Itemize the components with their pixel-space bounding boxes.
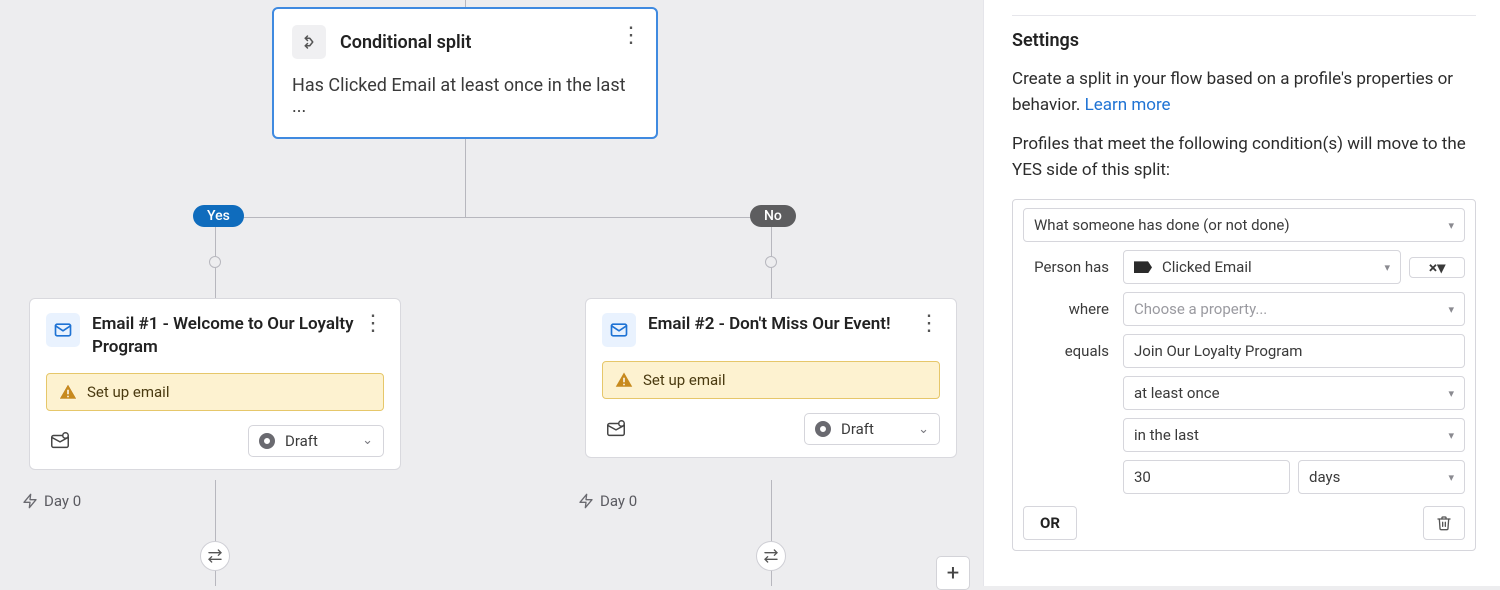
timeframe-mode-dropdown[interactable]: in the last ▾ — [1123, 418, 1465, 452]
person-has-label: Person has — [1023, 258, 1123, 276]
node-more-menu[interactable]: ⋮ — [362, 313, 384, 335]
branch-yes-label: Yes — [207, 208, 230, 224]
event-metric-dropdown[interactable]: Clicked Email ▾ — [1123, 250, 1401, 284]
zoom-in-button[interactable]: + — [936, 556, 970, 590]
where-label: where — [1023, 300, 1123, 318]
condition-type-label: What someone has done (or not done) — [1034, 216, 1290, 234]
timeframe-mode-label: in the last — [1134, 426, 1199, 444]
setup-email-button[interactable]: Set up email — [602, 361, 940, 399]
chevron-down-icon: ▾ — [1448, 303, 1454, 316]
setup-email-button[interactable]: Set up email — [46, 373, 384, 411]
settings-heading: Settings — [1012, 30, 1476, 51]
day-label: Day 0 — [44, 492, 81, 510]
equals-label: equals — [1023, 342, 1123, 360]
timeframe-value-text: 30 — [1134, 468, 1151, 486]
equals-value-input[interactable]: Join Our Loyalty Program — [1123, 334, 1465, 368]
email-node-2[interactable]: Email #2 - Don't Miss Our Event! ⋮ Set u… — [585, 298, 957, 458]
settings-panel: Settings Create a split in your flow bas… — [983, 0, 1500, 586]
property-placeholder: Choose a property... — [1134, 300, 1267, 318]
add-action-button[interactable] — [200, 541, 230, 571]
chevron-down-icon: ▾ — [1448, 471, 1454, 484]
condition-builder: What someone has done (or not done) ▾ Pe… — [1012, 199, 1476, 551]
chevron-down-icon: ▾ — [1448, 387, 1454, 400]
connector-line — [215, 217, 771, 218]
email-title: Email #2 - Don't Miss Our Event! — [648, 313, 911, 336]
trash-icon — [1436, 515, 1452, 531]
status-dropdown[interactable]: Draft ⌄ — [248, 425, 384, 457]
add-filter-button[interactable]: ×▾ — [1409, 257, 1465, 278]
connector-line — [465, 0, 466, 7]
chevron-down-icon: ⌄ — [362, 433, 373, 448]
shuffle-icon — [763, 548, 779, 564]
smart-send-icon[interactable] — [46, 427, 74, 455]
connector-node[interactable] — [765, 256, 777, 268]
email-icon — [602, 313, 636, 347]
add-action-button[interactable] — [756, 541, 786, 571]
day-indicator: Day 0 — [22, 492, 81, 510]
conditional-split-title: Conditional split — [340, 32, 471, 53]
smart-send-icon[interactable] — [602, 415, 630, 443]
frequency-dropdown[interactable]: at least once ▾ — [1123, 376, 1465, 410]
divider — [1012, 15, 1476, 16]
chevron-down-icon: ⌄ — [918, 422, 929, 437]
split-icon — [292, 25, 326, 59]
filter-icon: ×▾ — [1429, 258, 1446, 277]
chevron-down-icon: ▾ — [1448, 219, 1454, 232]
status-dropdown[interactable]: Draft ⌄ — [804, 413, 940, 445]
plus-icon: + — [947, 561, 959, 586]
condition-type-dropdown[interactable]: What someone has done (or not done) ▾ — [1023, 208, 1465, 242]
conditional-split-node[interactable]: Conditional split Has Clicked Email at l… — [272, 7, 658, 139]
connector-line — [465, 139, 466, 217]
timeframe-unit-dropdown[interactable]: days ▾ — [1298, 460, 1465, 494]
branch-no-label: No — [764, 208, 782, 224]
day-label: Day 0 — [600, 492, 637, 510]
chevron-down-icon: ▾ — [1448, 429, 1454, 442]
node-more-menu[interactable]: ⋮ — [620, 25, 642, 47]
setup-email-label: Set up email — [643, 371, 725, 389]
email-icon — [46, 313, 80, 347]
condition-intro: Profiles that meet the following conditi… — [1012, 131, 1476, 184]
status-dot-icon — [815, 421, 831, 437]
timeframe-unit-label: days — [1309, 468, 1340, 486]
delete-condition-button[interactable] — [1423, 506, 1465, 540]
or-label: OR — [1040, 514, 1060, 532]
status-label: Draft — [841, 420, 874, 438]
flow-canvas[interactable]: Conditional split Has Clicked Email at l… — [0, 0, 983, 586]
property-dropdown[interactable]: Choose a property... ▾ — [1123, 292, 1465, 326]
warning-icon — [615, 371, 633, 389]
lightning-icon — [22, 493, 38, 509]
metric-tag-icon — [1134, 261, 1152, 273]
lightning-icon — [578, 493, 594, 509]
branch-no-badge: No — [750, 205, 796, 227]
connector-node[interactable] — [209, 256, 221, 268]
add-or-condition-button[interactable]: OR — [1023, 506, 1077, 540]
shuffle-icon — [207, 548, 223, 564]
status-label: Draft — [285, 432, 318, 450]
chevron-down-icon: ▾ — [1384, 261, 1390, 274]
email-node-1[interactable]: Email #1 - Welcome to Our Loyalty Progra… — [29, 298, 401, 470]
timeframe-value-input[interactable]: 30 — [1123, 460, 1290, 494]
status-dot-icon — [259, 433, 275, 449]
frequency-label: at least once — [1134, 384, 1220, 402]
equals-value-text: Join Our Loyalty Program — [1134, 342, 1302, 360]
event-metric-label: Clicked Email — [1162, 258, 1252, 276]
learn-more-link[interactable]: Learn more — [1085, 95, 1171, 115]
settings-description: Create a split in your flow based on a p… — [1012, 66, 1476, 119]
branch-yes-badge: Yes — [193, 205, 244, 227]
settings-description-text: Create a split in your flow based on a p… — [1012, 69, 1453, 115]
day-indicator: Day 0 — [578, 492, 637, 510]
warning-icon — [59, 383, 77, 401]
node-more-menu[interactable]: ⋮ — [918, 313, 940, 335]
conditional-split-description: Has Clicked Email at least once in the l… — [292, 75, 638, 117]
setup-email-label: Set up email — [87, 383, 169, 401]
email-title: Email #1 - Welcome to Our Loyalty Progra… — [92, 313, 384, 359]
